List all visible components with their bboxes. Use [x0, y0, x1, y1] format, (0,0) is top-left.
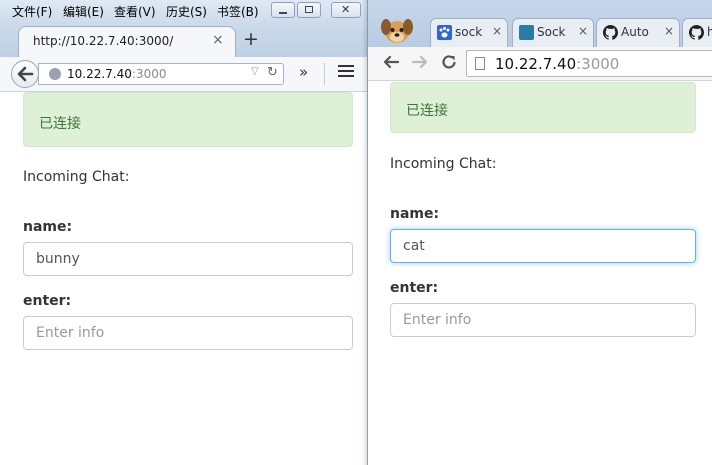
forward-icon[interactable]	[411, 53, 429, 75]
enter-input[interactable]: Enter info	[23, 316, 353, 350]
reload-icon[interactable]	[440, 53, 458, 75]
name-input[interactable]: cat	[390, 229, 696, 263]
tab-active[interactable]: http://10.22.7.40:3000/ ×	[18, 26, 236, 57]
menu-edit[interactable]: 编辑(E)	[63, 3, 104, 20]
status-text: 已连接	[39, 116, 81, 132]
enter-label: enter:	[23, 293, 72, 309]
toolbar-divider	[324, 63, 325, 85]
menu-bar: 文件(F) 编辑(E) 查看(V) 历史(S) 书签(B) ✕	[0, 0, 367, 22]
omnibox[interactable]: 10.22.7.40:3000	[466, 50, 712, 77]
github-icon	[603, 25, 619, 40]
tab-strip: sock × Sock × Auto × h	[368, 0, 712, 47]
incoming-chat-label: Incoming Chat:	[23, 169, 130, 185]
tab-title: sock	[455, 25, 483, 39]
paw-icon	[437, 25, 452, 40]
tab-1[interactable]: sock ×	[430, 18, 508, 47]
tab-3[interactable]: Auto ×	[596, 18, 680, 47]
back-arrow-icon	[17, 66, 34, 82]
enter-label: enter:	[390, 280, 439, 296]
menu-bookmarks[interactable]: 书签(B)	[217, 3, 259, 20]
tab-title: h	[707, 25, 712, 39]
url-text: 10.22.7.40:3000	[495, 55, 620, 73]
window-close-button[interactable]: ✕	[331, 2, 361, 18]
hamburger-menu-icon[interactable]	[338, 65, 354, 79]
minimize-button[interactable]	[271, 2, 295, 18]
tab-title: http://10.22.7.40:3000/	[33, 34, 174, 48]
reload-icon[interactable]: ↻	[267, 65, 278, 80]
enter-input[interactable]: Enter info	[390, 303, 696, 337]
tab-2[interactable]: Sock ×	[512, 18, 594, 47]
github-icon	[689, 25, 705, 40]
chrome-window: sock × Sock × Auto × h	[367, 0, 712, 465]
menu-file[interactable]: 文件(F)	[12, 3, 52, 20]
incoming-chat-label: Incoming Chat:	[390, 156, 497, 172]
tab-close-icon[interactable]: ×	[492, 24, 502, 38]
tab-close-icon[interactable]: ×	[578, 24, 588, 38]
back-icon[interactable]	[382, 53, 400, 75]
toolbar-overflow-icon[interactable]: »	[299, 63, 308, 81]
name-input[interactable]: bunny	[23, 242, 353, 276]
chrome-toolbar: 10.22.7.40:3000	[368, 47, 712, 81]
maximize-button[interactable]	[297, 2, 321, 18]
name-label: name:	[23, 219, 73, 235]
name-label: name:	[390, 206, 440, 222]
tab-bar: http://10.22.7.40:3000/ ×	[0, 22, 367, 57]
tab-4[interactable]: h	[682, 18, 712, 47]
tab-title: Sock	[537, 25, 566, 39]
square-icon	[519, 25, 534, 40]
new-tab-icon[interactable]: +	[243, 28, 259, 50]
status-text: 已连接	[406, 103, 448, 119]
tab-close-icon[interactable]: ×	[212, 32, 224, 48]
page-icon	[475, 57, 485, 70]
history-dropdown-icon[interactable]: ▽	[251, 66, 259, 77]
menu-history[interactable]: 历史(S)	[166, 3, 207, 20]
navigation-toolbar: 10.22.7.40:3000 ▽ ↻ »	[0, 57, 367, 92]
url-bar[interactable]: 10.22.7.40:3000 ▽ ↻	[38, 63, 284, 85]
dog-avatar-icon	[381, 19, 413, 43]
tab-close-icon[interactable]: ×	[664, 24, 674, 38]
menu-view[interactable]: 查看(V)	[114, 3, 156, 20]
firefox-window: 文件(F) 编辑(E) 查看(V) 历史(S) 书签(B) ✕ http://1…	[0, 0, 367, 465]
globe-icon	[49, 68, 61, 80]
url-text: 10.22.7.40:3000	[67, 67, 167, 81]
status-alert: 已连接	[23, 92, 353, 147]
back-button[interactable]	[11, 60, 39, 88]
status-alert: 已连接	[390, 82, 696, 133]
tab-title: Auto	[621, 25, 649, 39]
